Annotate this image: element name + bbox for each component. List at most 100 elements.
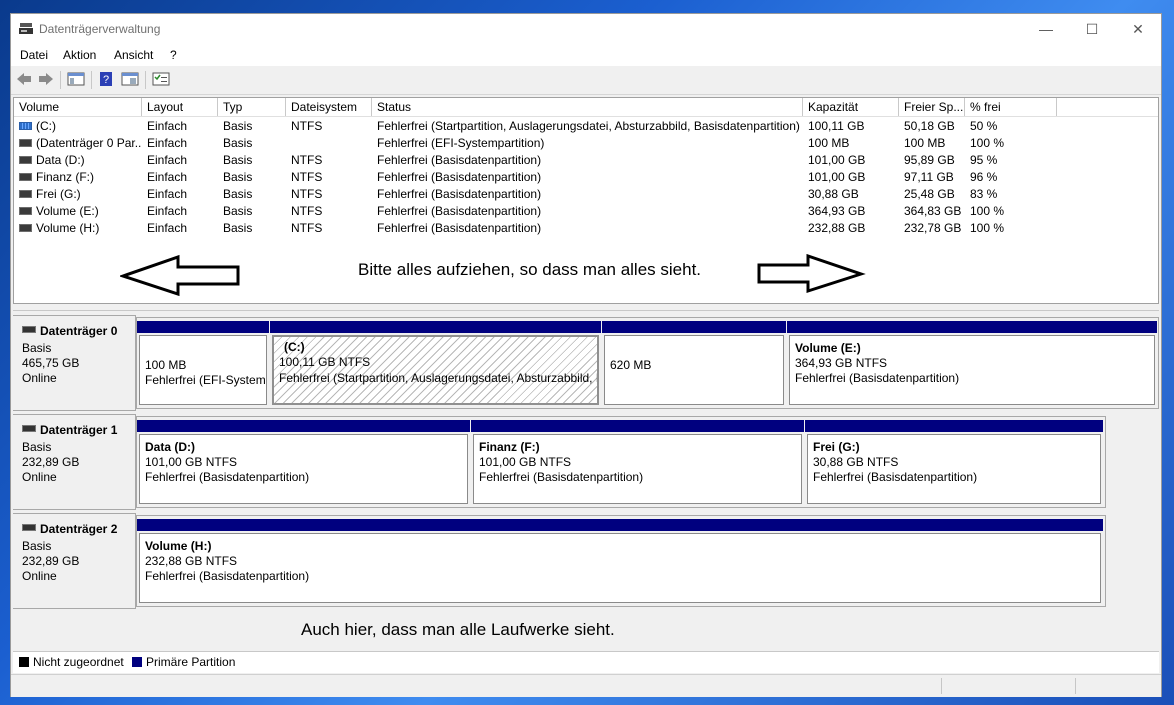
primary-partition-bar — [137, 321, 269, 333]
volume-icon — [19, 172, 32, 181]
table-row[interactable]: (Datenträger 0 Par... Einfach Basis Fehl… — [14, 135, 1158, 152]
annotation-drives-note: Auch hier, dass man alle Laufwerke sieht… — [301, 620, 615, 639]
percent-free-cell: 100 % — [970, 136, 1005, 150]
disk-0-partitions: 100 MB Fehlerfrei (EFI-Systemp (C:) 100,… — [136, 317, 1159, 409]
partition-g[interactable]: Frei (G:) 30,88 GB NTFS Fehlerfrei (Basi… — [805, 420, 1103, 504]
partition-status: Fehlerfrei (Startpartition, Auslagerungs… — [279, 371, 599, 385]
disk-name: Datenträger 0 — [40, 324, 118, 338]
minimize-button[interactable]: — — [1023, 14, 1069, 44]
column-header-freier-speicher[interactable]: Freier Sp... — [899, 98, 965, 116]
volume-list: Volume Layout Typ Dateisystem Status Kap… — [13, 97, 1159, 304]
percent-free-cell: 83 % — [970, 187, 998, 201]
table-row[interactable]: Data (D:) Einfach Basis NTFS Fehlerfrei … — [14, 152, 1158, 169]
free-space-cell: 100 MB — [904, 136, 946, 150]
partition-recovery[interactable]: 620 MB — [602, 321, 786, 405]
disk-type: Basis — [22, 539, 52, 553]
back-icon[interactable] — [15, 71, 33, 87]
partition-d[interactable]: Data (D:) 101,00 GB NTFS Fehlerfrei (Bas… — [137, 420, 470, 504]
title-bar: Datenträgerverwaltung — ☐ ✕ — [11, 14, 1161, 44]
volume-icon — [19, 121, 32, 130]
table-row[interactable]: (C:) Einfach Basis NTFS Fehlerfrei (Star… — [14, 118, 1158, 135]
menu-datei[interactable]: Datei — [20, 48, 48, 62]
partition-name: Finanz (F:) — [479, 440, 540, 454]
volume-cell: Volume (E:) — [14, 203, 142, 220]
disk-2-partitions: Volume (H:) 232,88 GB NTFS Fehlerfrei (B… — [136, 515, 1106, 607]
menu-ansicht[interactable]: Ansicht — [114, 48, 153, 62]
menu-aktion[interactable]: Aktion — [63, 48, 96, 62]
partition-efi[interactable]: 100 MB Fehlerfrei (EFI-Systemp — [137, 321, 269, 405]
filesystem-cell: NTFS — [291, 221, 323, 235]
volume-cell: Data (D:) — [14, 152, 142, 169]
legend: Nicht zugeordnet Primäre Partition — [13, 651, 1159, 673]
partition-h[interactable]: Volume (H:) 232,88 GB NTFS Fehlerfrei (B… — [137, 519, 1103, 603]
table-row[interactable]: Volume (E:) Einfach Basis NTFS Fehlerfre… — [14, 203, 1158, 220]
filesystem-cell: NTFS — [291, 119, 323, 133]
column-header-prozent-frei[interactable]: % frei — [965, 98, 1057, 116]
help-icon[interactable]: ? — [97, 71, 115, 87]
percent-free-cell: 100 % — [970, 204, 1005, 218]
disk-state: Online — [22, 371, 57, 385]
partition-status: Fehlerfrei (Basisdatenpartition) — [145, 470, 310, 484]
partition-c[interactable]: (C:) 100,11 GB NTFS Fehlerfrei (Startpar… — [270, 321, 601, 405]
partition-f[interactable]: Finanz (F:) 101,00 GB NTFS Fehlerfrei (B… — [471, 420, 804, 504]
volume-cell: Volume (H:) — [14, 220, 142, 237]
filesystem-cell: NTFS — [291, 153, 323, 167]
partition-status: Fehlerfrei (Basisdatenpartition) — [145, 569, 310, 583]
pane-splitter[interactable] — [13, 304, 1159, 311]
capacity-cell: 100,11 GB — [808, 119, 865, 133]
percent-free-cell: 100 % — [970, 221, 1005, 235]
status-cell: Fehlerfrei (EFI-Systempartition) — [377, 136, 545, 150]
partition-status: Fehlerfrei (Basisdatenpartition) — [813, 470, 978, 484]
console-tree-icon[interactable] — [67, 71, 85, 87]
disk-size: 232,89 GB — [22, 455, 80, 469]
filesystem-cell: NTFS — [291, 187, 323, 201]
column-header-status[interactable]: Status — [372, 98, 803, 116]
disk-type: Basis — [22, 440, 52, 454]
partition-size: 620 MB — [610, 358, 652, 372]
filesystem-cell — [286, 135, 372, 152]
typ-cell: Basis — [223, 153, 253, 167]
partition-size: 100,11 GB NTFS — [279, 355, 371, 369]
table-row[interactable]: Finanz (F:) Einfach Basis NTFS Fehlerfre… — [14, 169, 1158, 186]
toolbar-separator — [145, 71, 146, 89]
layout-cell: Einfach — [147, 153, 188, 167]
capacity-cell: 101,00 GB — [808, 170, 866, 184]
free-space-cell: 364,83 GB — [904, 204, 962, 218]
disk-2-label[interactable]: Datenträger 2 Basis 232,89 GB Online — [13, 513, 136, 609]
partition-name: (C:) — [284, 340, 305, 354]
table-row[interactable]: Frei (G:) Einfach Basis NTFS Fehlerfrei … — [14, 186, 1158, 203]
column-header-kapazitaet[interactable]: Kapazität — [803, 98, 899, 116]
forward-icon[interactable] — [37, 71, 55, 87]
disk-management-window: Datenträgerverwaltung — ☐ ✕ Datei Aktion… — [10, 13, 1162, 697]
column-header-layout[interactable]: Layout — [142, 98, 218, 116]
status-bar-separator — [1075, 678, 1076, 694]
toolbar-separator — [91, 71, 92, 89]
disk-management-app-icon — [19, 23, 33, 34]
right-arrow-annotation — [757, 254, 866, 294]
close-button[interactable]: ✕ — [1115, 14, 1161, 44]
settings-icon[interactable] — [152, 71, 170, 87]
status-bar — [11, 674, 1161, 697]
column-header-dateisystem[interactable]: Dateisystem — [286, 98, 372, 116]
typ-cell: Basis — [223, 221, 253, 235]
volume-cell: (C:) — [14, 118, 142, 135]
properties-icon[interactable] — [121, 71, 139, 87]
disk-state: Online — [22, 569, 57, 583]
capacity-cell: 232,88 GB — [808, 221, 866, 235]
partition-e[interactable]: Volume (E:) 364,93 GB NTFS Fehlerfrei (B… — [787, 321, 1157, 405]
maximize-button[interactable]: ☐ — [1069, 14, 1115, 44]
disk-0: Datenträger 0 Basis 465,75 GB Online 100… — [13, 315, 1159, 413]
menu-help[interactable]: ? — [170, 48, 177, 62]
volume-icon — [19, 206, 32, 215]
column-header-volume[interactable]: Volume — [14, 98, 142, 116]
table-row[interactable]: Volume (H:) Einfach Basis NTFS Fehlerfre… — [14, 220, 1158, 237]
disk-0-label[interactable]: Datenträger 0 Basis 465,75 GB Online — [13, 315, 136, 411]
primary-partition-bar — [270, 321, 601, 333]
disk-1-label[interactable]: Datenträger 1 Basis 232,89 GB Online — [13, 414, 136, 510]
disk-icon — [22, 524, 36, 532]
filesystem-cell: NTFS — [291, 204, 323, 218]
column-header-typ[interactable]: Typ — [218, 98, 286, 116]
partition-name: Data (D:) — [145, 440, 195, 454]
status-cell: Fehlerfrei (Basisdatenpartition) — [377, 153, 542, 167]
status-cell: Fehlerfrei (Basisdatenpartition) — [377, 204, 542, 218]
